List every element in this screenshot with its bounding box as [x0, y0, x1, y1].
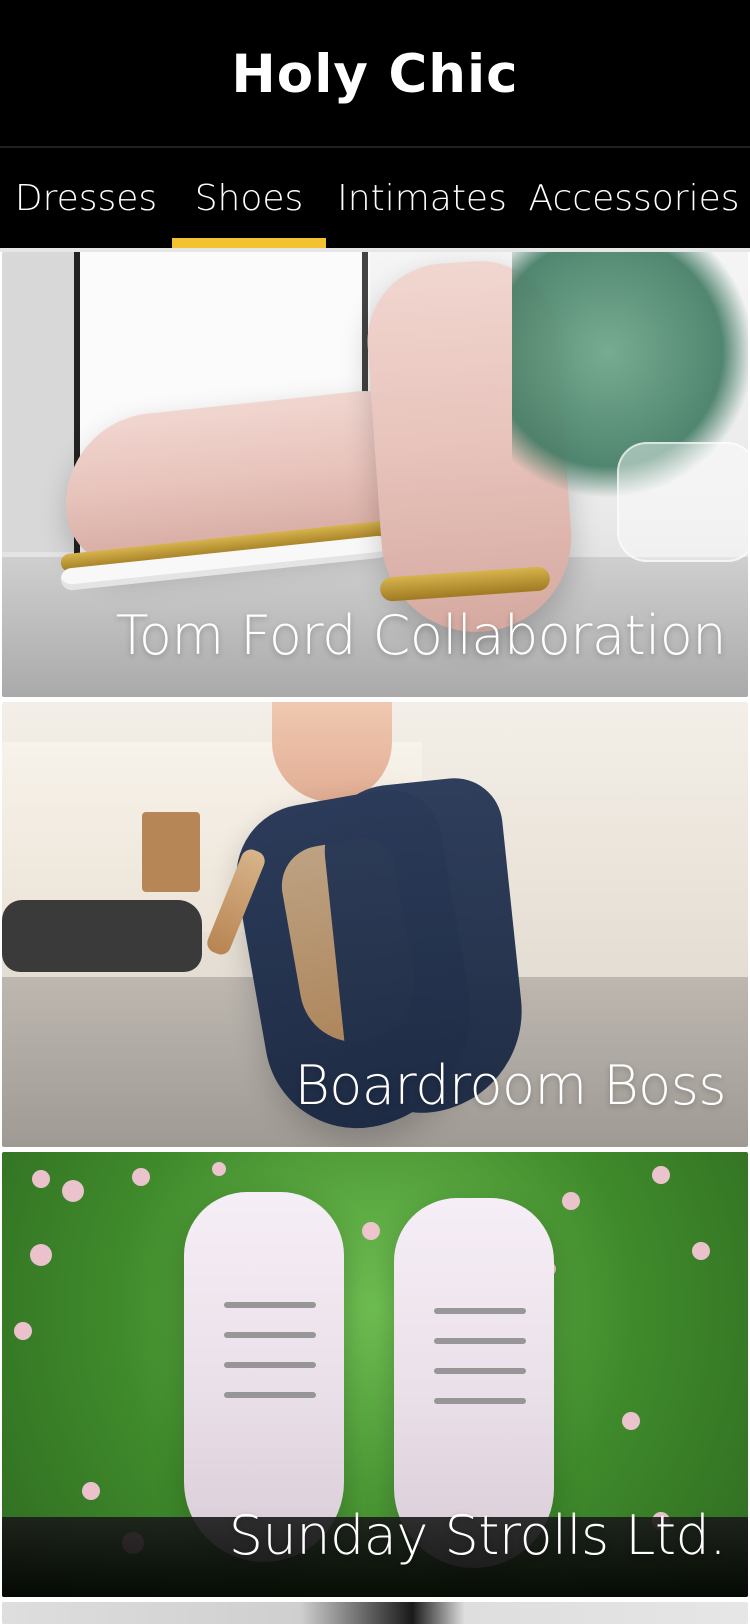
card-label: Sunday Strolls Ltd. — [228, 1504, 727, 1567]
category-tabs: Dresses Shoes Intimates Accessories — [0, 148, 750, 248]
flower-petal — [692, 1242, 710, 1260]
flower-petal — [14, 1322, 32, 1340]
sneaker-lace — [224, 1392, 316, 1398]
tab-label: Dresses — [14, 177, 158, 219]
flower-petal — [362, 1222, 380, 1240]
glass-vase — [617, 442, 748, 562]
sneaker-lace — [224, 1332, 316, 1338]
card-label: Tom Ford Collaboration — [115, 604, 727, 667]
flower-petal — [652, 1166, 670, 1184]
flower-petal — [212, 1162, 226, 1176]
sneaker-lace — [434, 1338, 526, 1344]
tab-label: Accessories — [528, 177, 740, 219]
sneaker-lace — [434, 1398, 526, 1404]
sneaker-lace — [434, 1308, 526, 1314]
card-image-car — [2, 900, 202, 972]
sneaker-lace — [224, 1362, 316, 1368]
collection-card-sunday-strolls-ltd[interactable]: Sunday Strolls Ltd. — [2, 1152, 748, 1597]
collection-card-boardroom-boss[interactable]: Boardroom Boss — [2, 702, 748, 1147]
flower-petal — [622, 1412, 640, 1430]
app-title: Holy Chic — [231, 43, 519, 105]
flower-petal — [562, 1192, 580, 1210]
flower-petal — [82, 1482, 100, 1500]
sneaker-lace — [224, 1302, 316, 1308]
tab-dresses[interactable]: Dresses — [0, 148, 172, 248]
collection-card-next[interactable] — [2, 1602, 748, 1624]
card-image-wall — [2, 252, 76, 552]
flower-petal — [132, 1168, 150, 1186]
card-image — [2, 1602, 748, 1624]
collection-card-tom-ford-collaboration[interactable]: Tom Ford Collaboration — [2, 252, 748, 697]
flower-petal — [32, 1170, 50, 1188]
sneaker-lace — [434, 1368, 526, 1374]
flower-petal — [62, 1180, 84, 1202]
card-label: Boardroom Boss — [294, 1054, 726, 1117]
app-header: Holy Chic — [0, 0, 750, 148]
tab-label: Intimates — [337, 177, 507, 219]
flower-petal — [30, 1244, 52, 1266]
tab-accessories[interactable]: Accessories — [518, 148, 750, 248]
tab-label: Shoes — [194, 177, 304, 219]
app-root: Holy Chic Dresses Shoes Intimates Access… — [0, 0, 750, 1624]
tab-intimates[interactable]: Intimates — [326, 148, 518, 248]
card-image-door — [142, 812, 200, 892]
tab-active-indicator — [172, 238, 326, 248]
tab-shoes[interactable]: Shoes — [172, 148, 326, 248]
